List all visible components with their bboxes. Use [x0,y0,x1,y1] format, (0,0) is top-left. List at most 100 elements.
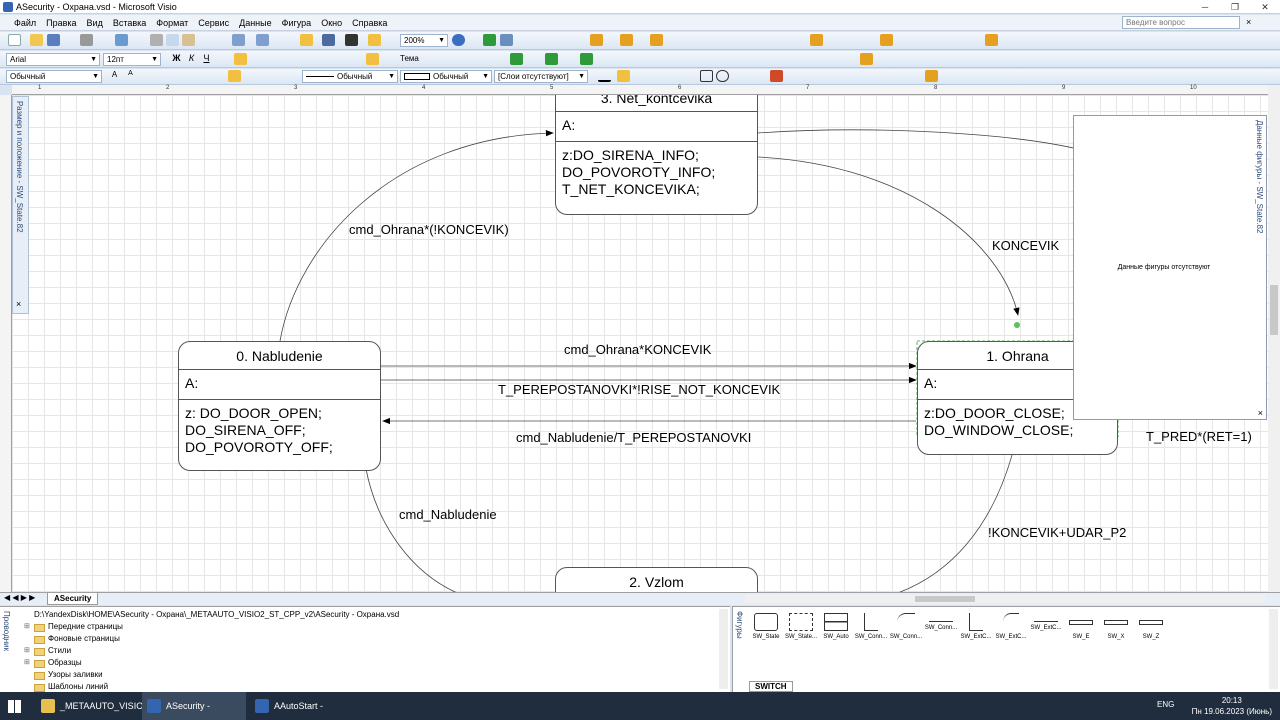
menu-window[interactable]: Окно [316,15,347,31]
rotation-handle[interactable] [1014,322,1020,328]
spellcheck-icon[interactable] [115,34,128,46]
italic-icon[interactable]: К [185,53,198,65]
stencil-shape[interactable]: SW_E [1064,613,1098,640]
transition-label[interactable]: cmd_Ohrana*(!KONCEVIK) [349,222,509,237]
underline-icon[interactable]: Ч [200,53,213,65]
close-icon[interactable]: × [16,299,21,309]
macro-icon[interactable] [500,34,513,46]
menu-edit[interactable]: Правка [41,15,81,31]
menu-insert[interactable]: Вставка [108,15,151,31]
style-select[interactable]: Обычный ▼ [6,70,102,83]
line-weight-icon[interactable] [598,70,611,82]
paste-icon[interactable] [182,34,195,46]
print-icon[interactable] [80,34,93,46]
menu-tools[interactable]: Сервис [193,15,234,31]
pointer-tool-icon[interactable] [300,34,313,46]
clock[interactable]: 20:13 Пн 19.06.2023 (Июнь) [1192,695,1272,717]
transition-line[interactable] [757,129,1083,151]
menu-format[interactable]: Формат [151,15,193,31]
addon-toolbar-icon-3[interactable] [650,34,663,46]
tree-item[interactable]: Узоры заливки [22,669,123,681]
addon-green-icon-3[interactable] [580,53,593,65]
menu-data[interactable]: Данные [234,15,277,31]
pencil-tool-icon[interactable] [770,70,783,82]
state-net-kontcevika[interactable]: 3. Net_kontcevika A: z:DO_SIRENA_INFO; D… [555,95,758,215]
text-block-icon[interactable] [228,70,241,82]
language-indicator[interactable]: ENG [1157,700,1174,709]
menu-close-icon[interactable]: × [1246,17,1251,27]
vertical-scrollbar[interactable] [1268,85,1280,592]
transition-label[interactable]: cmd_Nabludenie/T_PEREPOSTANOVKI [516,430,751,445]
stencil-shape[interactable]: SW_Conn... [924,613,958,631]
paragraph-icon[interactable] [366,53,379,65]
line-style-select[interactable]: Обычный ▼ [302,70,398,83]
stencil-shape[interactable]: SW_ExtC... [994,613,1028,640]
menu-file[interactable]: Файл [0,15,41,31]
menu-view[interactable]: Вид [82,15,108,31]
page-tab[interactable]: ASecurity [47,593,99,605]
stamp-tool-icon[interactable] [368,34,381,46]
state-vzlom[interactable]: 2. Vzlom [555,567,758,592]
cut-icon[interactable] [150,34,163,46]
shape-data-panel[interactable]: Данные фигуры отсутствуют Данные фигуры … [1073,115,1267,420]
state-nabludenie[interactable]: 0. Nabludenie A: z: DO_DOOR_OPEN; DO_SIR… [178,341,381,471]
addon-toolbar-icon-8[interactable] [925,70,938,82]
stencil-tab-switch[interactable]: SWITCH [749,681,793,692]
transition-label[interactable]: T_PRED*(RET=1) [1146,429,1252,444]
taskbar-item-active[interactable]: ASecurity - Охрана... [142,692,246,720]
help-icon[interactable] [452,34,465,46]
transition-label[interactable]: !KONCEVIK+UDAR_P2 [988,525,1126,540]
transition-label[interactable]: KONCEVIK [992,238,1059,253]
tree-item[interactable]: ⊞ Образцы [22,657,123,669]
save-icon[interactable] [47,34,60,46]
stencil-shape[interactable]: SW_Z [1134,613,1168,640]
stencil-shape[interactable]: SW_State... [784,613,818,640]
maximize-button[interactable]: ❐ [1220,0,1250,14]
stencil-shape[interactable]: SW_Conn... [854,613,888,640]
menu-shape[interactable]: Фигура [277,15,317,31]
page-nav-arrows-icon[interactable]: ◀ ◀ ▶ ▶ [4,593,35,602]
addon-toolbar-icon-2[interactable] [620,34,633,46]
run-icon[interactable] [483,34,496,46]
explorer-scrollbar[interactable] [719,609,728,689]
grow-font-icon[interactable]: A [108,70,121,82]
ask-question-input[interactable]: Введите вопрос [1122,16,1240,29]
addon-toolbar-icon-6[interactable] [985,34,998,46]
taskbar-item[interactable]: _METAAUTO_VISIO... [36,692,151,720]
close-button[interactable]: ✕ [1250,0,1280,14]
layer-select[interactable]: [Слои отсутствуют] ▼ [494,70,588,83]
minimize-button[interactable]: ─ [1190,0,1220,14]
menu-help[interactable]: Справка [347,15,392,31]
addon-toolbar-icon-4[interactable] [810,34,823,46]
tree-item[interactable]: ⊞ Передние страницы [22,621,123,633]
zoom-select[interactable]: 200% ▼ [400,34,448,47]
open-icon[interactable] [30,34,43,46]
scroll-thumb[interactable] [915,596,975,602]
addon-green-icon-2[interactable] [545,53,558,65]
transition-label[interactable]: cmd_Nabludenie [399,507,497,522]
transition-label[interactable]: cmd_Ohrana*KONCEVIK [564,342,711,357]
fill-color-icon[interactable] [617,70,630,82]
addon-toolbar-icon[interactable] [590,34,603,46]
rectangle-tool-icon[interactable] [700,70,713,82]
stencil-shape[interactable]: SW_State [749,613,783,640]
scroll-thumb[interactable] [1270,285,1278,335]
close-icon[interactable]: × [1258,408,1263,418]
transition-line[interactable] [279,129,554,342]
addon-green-icon[interactable] [510,53,523,65]
tree-item[interactable]: ⊞ Стили [22,645,123,657]
stencil-shape[interactable]: SW_ExtC... [1029,613,1063,631]
transition-line[interactable] [757,156,1020,316]
taskbar-item[interactable]: AAutoStart - Автоз... [250,692,354,720]
transition-line[interactable] [365,468,462,592]
bold-icon[interactable]: Ж [170,53,183,65]
text-tool-icon[interactable] [345,34,358,46]
font-size-select[interactable]: 12пт ▼ [103,53,161,66]
stencil-shape[interactable]: SW_ExtC... [959,613,993,640]
tree-item[interactable]: Фоновые страницы [22,633,123,645]
size-position-pane[interactable]: Размер и положение - SW_State.82 × [12,96,29,314]
connector-tool-icon[interactable] [322,34,335,46]
new-icon[interactable] [8,34,21,46]
shrink-font-icon[interactable]: A [124,70,137,82]
addon-toolbar-icon-5[interactable] [880,34,893,46]
